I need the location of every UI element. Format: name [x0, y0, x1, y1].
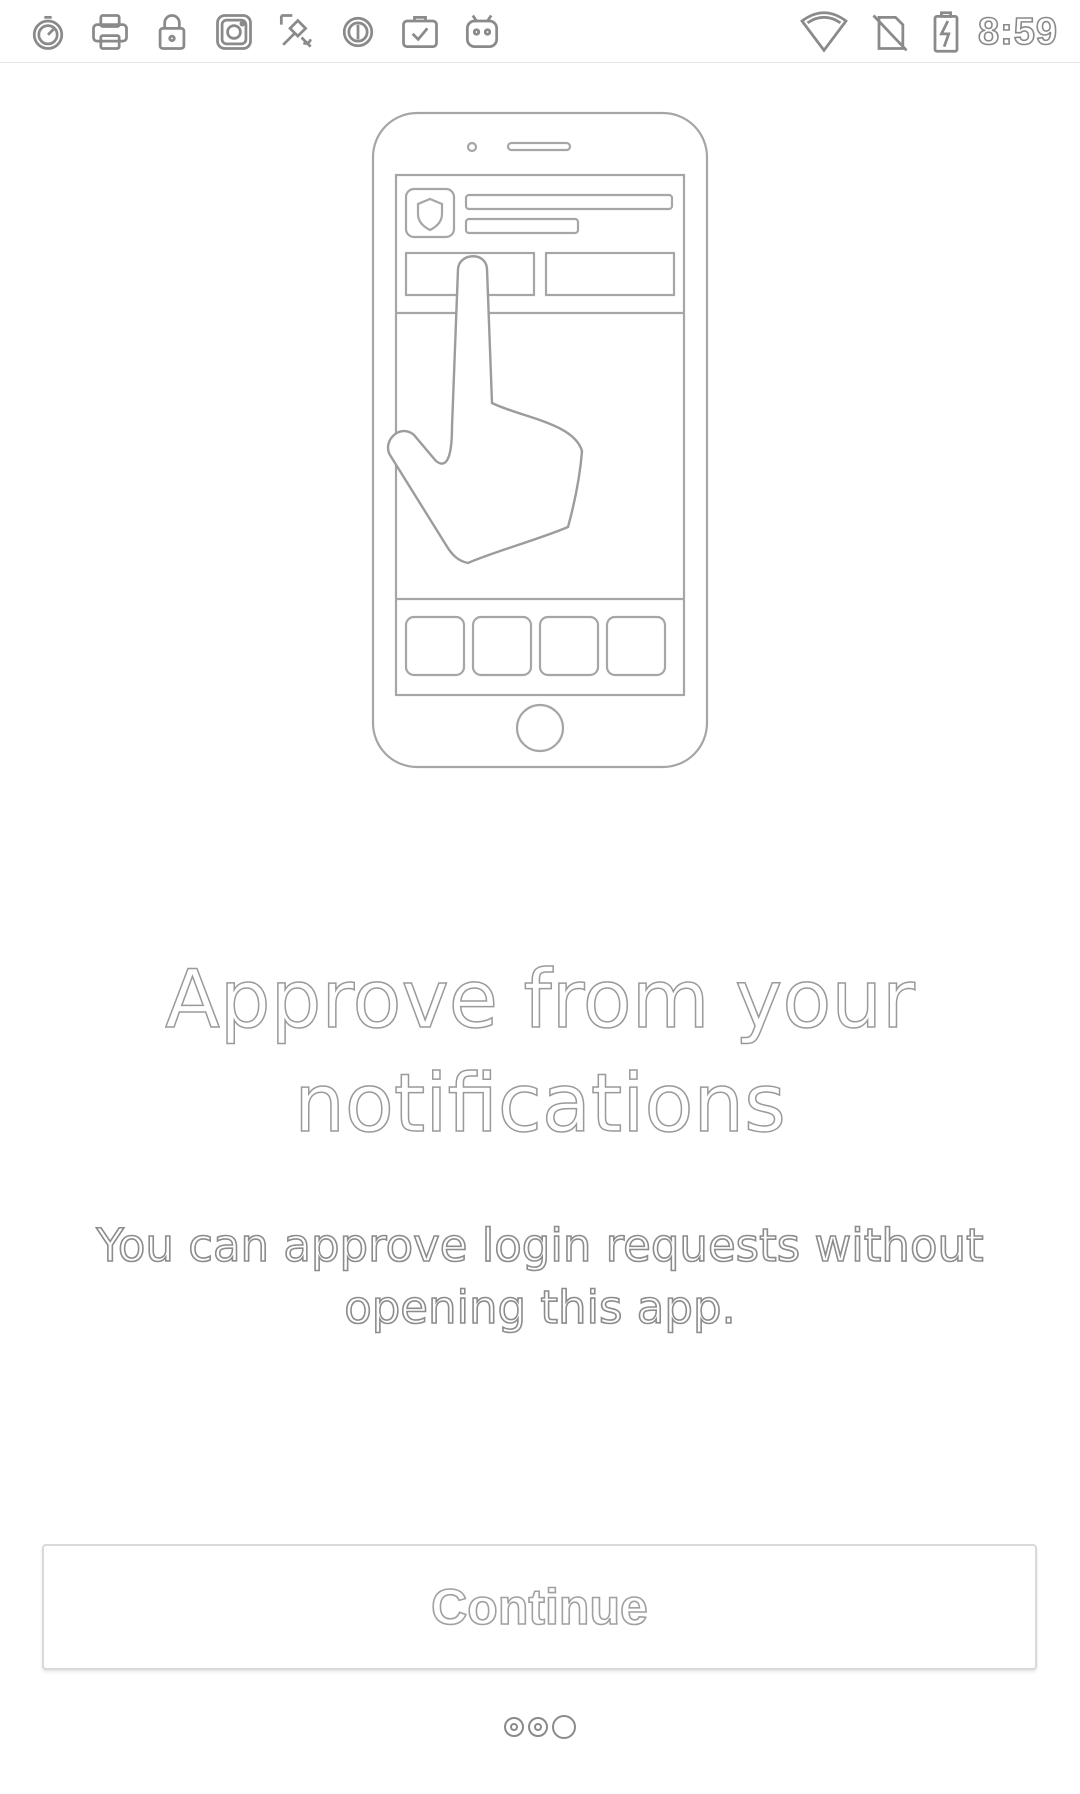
battery-charging-icon — [928, 8, 964, 56]
page-dot-3[interactable] — [552, 1715, 576, 1739]
phone-tap-notification-illustration — [360, 105, 720, 785]
android-icon — [458, 8, 506, 56]
hand-icon — [386, 255, 584, 565]
notification-line-1 — [464, 193, 674, 211]
circle-toggle-icon — [334, 8, 382, 56]
page-indicator — [0, 1715, 1080, 1739]
briefcase-check-icon — [396, 8, 444, 56]
page-title: Approve from your notifications — [80, 948, 1000, 1156]
continue-button[interactable]: Continue — [42, 1544, 1037, 1670]
status-time: 8:59 — [977, 10, 1058, 54]
dock-app-2 — [471, 615, 533, 677]
satellite-icon — [272, 8, 320, 56]
phone-home-button — [515, 703, 565, 753]
page-title-line-2: notifications — [293, 1056, 786, 1151]
notification-deny-box — [544, 251, 676, 297]
shield-icon — [416, 197, 444, 232]
page-description-line-1: You can approve login requests without — [96, 1218, 985, 1273]
status-bar: 8:59 — [0, 0, 1080, 63]
page-dot-2[interactable] — [528, 1717, 548, 1737]
page-dot-1[interactable] — [504, 1717, 524, 1737]
no-sim-icon — [866, 8, 914, 56]
page-title-line-1: Approve from your — [164, 952, 915, 1047]
printer-icon — [86, 8, 134, 56]
wifi-icon — [796, 8, 852, 56]
notification-line-2 — [464, 217, 580, 235]
dock-app-3 — [538, 615, 600, 677]
continue-button-label: Continue — [430, 1578, 648, 1636]
phone-speaker — [506, 141, 572, 152]
timer-icon — [24, 8, 72, 56]
dock-app-4 — [605, 615, 667, 677]
lock-icon — [148, 8, 196, 56]
page-description: You can approve login requests without o… — [55, 1215, 1025, 1339]
dock-app-1 — [404, 615, 466, 677]
phone-camera — [466, 141, 478, 153]
status-right-icons: 8:59 — [796, 8, 1058, 56]
instagram-icon — [210, 8, 258, 56]
page-description-line-2: opening this app. — [343, 1280, 736, 1335]
status-left-icons — [24, 8, 506, 56]
